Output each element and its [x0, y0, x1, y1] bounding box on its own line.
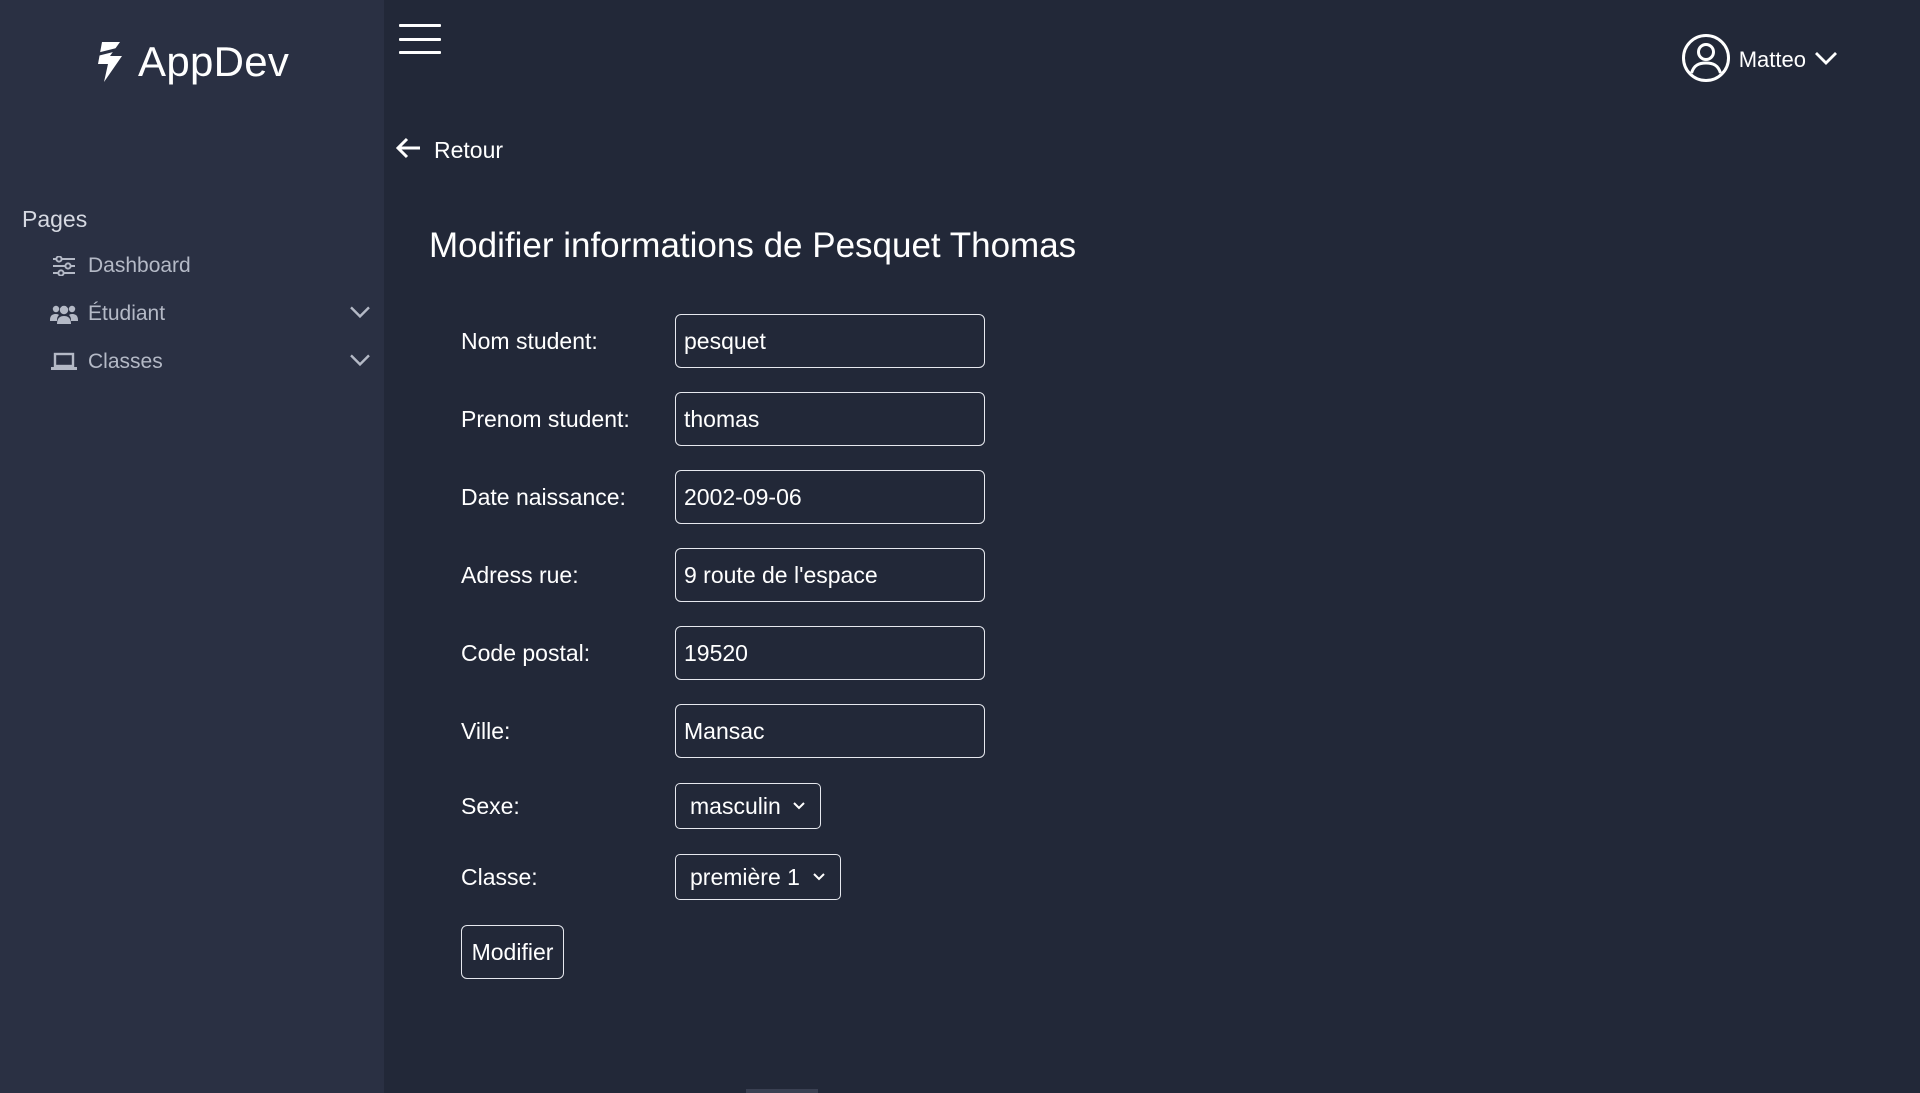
sidebar-item-dashboard[interactable]: Dashboard [0, 242, 384, 290]
sidebar-item-classes[interactable]: Classes [0, 338, 384, 386]
field-sexe: Sexe: masculin [461, 783, 1021, 829]
field-ville: Ville: [461, 704, 1021, 758]
field-label-prenom: Prenom student: [461, 405, 630, 432]
adresse-input[interactable] [675, 548, 985, 602]
sidebar: AppDev Pages Dashboard Étudiant Classes [0, 0, 384, 1093]
app-root: AppDev Pages Dashboard Étudiant Classes … [0, 0, 1920, 1093]
sexe-selected-value: masculin [690, 792, 781, 819]
chevron-down-icon[interactable] [348, 304, 372, 320]
sexe-select[interactable]: masculin [675, 783, 821, 829]
field-adresse: Adress rue: [461, 548, 1021, 602]
sidebar-nav: Dashboard Étudiant Classes [0, 242, 384, 386]
sidebar-item-label: Dashboard [88, 254, 191, 277]
user-name: Matteo [1738, 47, 1806, 72]
field-label-nom: Nom student: [461, 327, 598, 354]
brand[interactable]: AppDev [96, 36, 289, 88]
hamburger-icon[interactable] [398, 22, 442, 56]
lightning-logo-icon [96, 39, 128, 85]
users-icon [50, 302, 78, 326]
chevron-down-icon[interactable] [348, 352, 372, 368]
date-input[interactable] [675, 470, 985, 524]
classe-selected-value: première 1 [690, 863, 800, 890]
modifier-button[interactable]: Modifier [461, 925, 564, 979]
chevron-down-icon [792, 801, 806, 811]
back-label: Retour [434, 136, 504, 163]
code-postal-input[interactable] [675, 626, 985, 680]
field-nom: Nom student: [461, 314, 1021, 368]
sliders-icon [50, 254, 78, 278]
chevron-down-icon [1814, 50, 1838, 71]
field-label-adresse: Adress rue: [461, 561, 579, 588]
arrow-left-icon [395, 137, 422, 164]
field-prenom: Prenom student: [461, 392, 1021, 446]
field-label-sexe: Sexe: [461, 792, 520, 819]
field-date: Date naissance: [461, 470, 1021, 524]
user-circle-icon [1681, 33, 1731, 88]
field-label-ville: Ville: [461, 717, 511, 744]
chevron-down-icon [812, 872, 826, 882]
field-label-code-postal: Code postal: [461, 639, 591, 666]
brand-name: AppDev [138, 38, 290, 85]
classe-select[interactable]: première 1 [675, 854, 841, 900]
laptop-icon [50, 350, 78, 374]
sidebar-item-label: Étudiant [88, 302, 166, 325]
field-code-postal: Code postal: [461, 626, 1021, 680]
field-label-classe: Classe: [461, 863, 538, 890]
field-classe: Classe: première 1 [461, 854, 1021, 900]
ville-input[interactable] [675, 704, 985, 758]
field-label-date: Date naissance: [461, 483, 626, 510]
user-menu[interactable]: Matteo [1681, 33, 1838, 88]
sidebar-item-label: Classes [88, 350, 163, 373]
page-title: Modifier informations de Pesquet Thomas [429, 226, 1077, 265]
nom-input[interactable] [675, 314, 985, 368]
prenom-input[interactable] [675, 392, 985, 446]
back-link[interactable]: Retour [395, 134, 504, 166]
sidebar-section-title: Pages [22, 206, 88, 232]
horizontal-scrollbar[interactable] [746, 1089, 818, 1093]
sidebar-item-etudiant[interactable]: Étudiant [0, 290, 384, 338]
